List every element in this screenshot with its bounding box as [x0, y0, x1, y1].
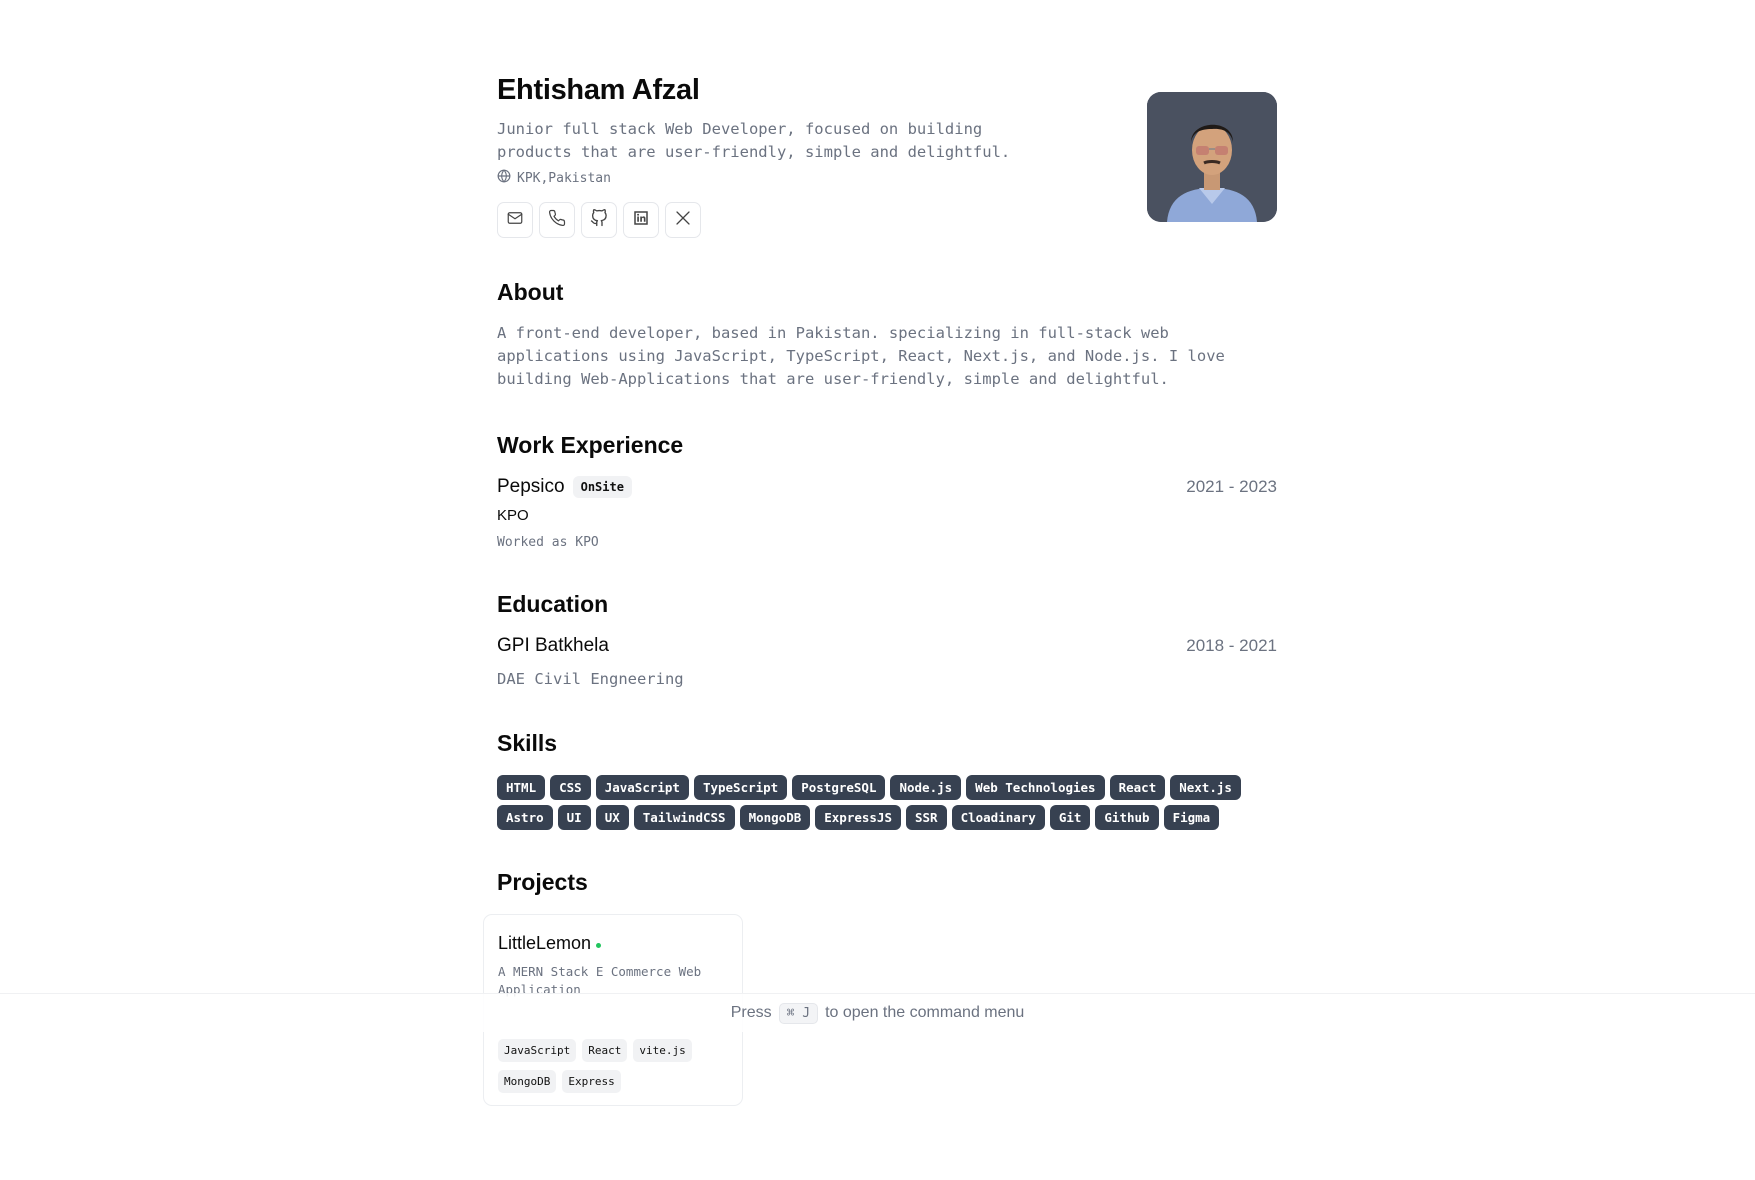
- profile-name: Ehtisham Afzal: [497, 74, 700, 106]
- work-item[interactable]: Pepsico OnSite 2021 - 2023: [497, 476, 1277, 498]
- contact-links: [497, 202, 701, 238]
- about-heading: About: [497, 279, 564, 305]
- linkedin-button[interactable]: [623, 202, 659, 238]
- command-menu-hint[interactable]: Press ⌘ J to open the command menu: [0, 993, 1755, 1032]
- status-dot-icon: [596, 942, 602, 948]
- skill-badge: TypeScript: [693, 775, 788, 800]
- project-tags: JavaScript React vite.js MongoDB Express: [498, 1039, 728, 1093]
- profile-tagline: Junior full stack Web Developer, focused…: [497, 120, 1011, 161]
- work-company: Pepsico OnSite: [497, 476, 632, 498]
- github-button[interactable]: [581, 202, 617, 238]
- skill-badge: CSS: [550, 775, 591, 800]
- mail-icon: [506, 209, 524, 232]
- skill-badge: ExpressJS: [815, 805, 901, 830]
- skill-badge: Cloadinary: [951, 805, 1045, 830]
- skill-badge: PostgreSQL: [792, 775, 886, 800]
- phone-icon: [548, 209, 566, 232]
- x-icon: [674, 209, 692, 232]
- education-degree: DAE Civil Engneering: [497, 670, 684, 688]
- about-text: A front-end developer, based in Pakistan…: [497, 324, 1225, 388]
- projects-heading: Projects: [497, 869, 588, 895]
- globe-icon: [497, 169, 511, 187]
- school-name: GPI Batkhela: [497, 635, 609, 656]
- company-name: Pepsico: [497, 476, 565, 497]
- skill-badge: Astro: [497, 805, 553, 830]
- linkedin-icon: [632, 209, 650, 232]
- project-name: LittleLemon: [498, 933, 592, 953]
- github-icon: [590, 208, 608, 232]
- skill-badge: MongoDB: [739, 805, 811, 830]
- phone-button[interactable]: [539, 202, 575, 238]
- project-tag: MongoDB: [498, 1070, 557, 1093]
- skills-list: HTML CSS JavaScript TypeScript PostgreSQ…: [497, 775, 1277, 830]
- project-title[interactable]: LittleLemon: [498, 933, 602, 954]
- work-type-badge: OnSite: [572, 476, 632, 498]
- skill-badge: SSR: [905, 805, 947, 830]
- skill-badge: Node.js: [890, 775, 962, 800]
- avatar: [1147, 92, 1277, 222]
- skill-badge: Web Technologies: [966, 775, 1105, 800]
- project-tag: Express: [562, 1070, 621, 1093]
- main-content: Ehtisham Afzal Junior full stack Web Dev…: [483, 0, 1277, 1106]
- skill-badge: HTML: [497, 775, 546, 800]
- keyboard-shortcut: ⌘ J: [778, 1002, 819, 1024]
- skill-badge: UI: [557, 805, 591, 830]
- avatar-portrait: [1147, 92, 1277, 222]
- resume-page: Ehtisham Afzal Junior full stack Web Dev…: [0, 0, 1755, 1180]
- command-hint-suffix: to open the command menu: [825, 1004, 1025, 1021]
- work-description: Worked as KPO: [497, 535, 599, 550]
- education-heading: Education: [497, 591, 609, 617]
- education-item[interactable]: GPI Batkhela 2018 - 2021: [497, 635, 1277, 657]
- education-dates: 2018 - 2021: [1186, 636, 1277, 655]
- work-role: KPO: [497, 507, 529, 524]
- skill-badge: React: [1109, 775, 1166, 800]
- profile-header: Ehtisham Afzal Junior full stack Web Dev…: [497, 0, 1277, 255]
- skill-badge: TailwindCSS: [633, 805, 735, 830]
- skill-badge: Github: [1095, 805, 1159, 830]
- project-tag: React: [582, 1039, 628, 1062]
- skill-badge: UX: [595, 805, 629, 830]
- work-heading: Work Experience: [497, 432, 684, 458]
- project-tag: JavaScript: [498, 1039, 577, 1062]
- email-button[interactable]: [497, 202, 533, 238]
- skill-badge: Git: [1049, 805, 1091, 830]
- location-label: KPK,Pakistan: [517, 170, 611, 186]
- skill-badge: Next.js: [1170, 775, 1241, 800]
- x-button[interactable]: [665, 202, 701, 238]
- skills-heading: Skills: [497, 730, 558, 756]
- profile-location[interactable]: KPK,Pakistan: [497, 169, 611, 187]
- work-dates: 2021 - 2023: [1186, 477, 1277, 496]
- education-school: GPI Batkhela: [497, 635, 609, 657]
- skill-badge: Figma: [1163, 805, 1220, 830]
- command-hint-press: Press: [730, 1004, 772, 1021]
- skill-badge: JavaScript: [595, 775, 689, 800]
- project-tag: vite.js: [633, 1039, 692, 1062]
